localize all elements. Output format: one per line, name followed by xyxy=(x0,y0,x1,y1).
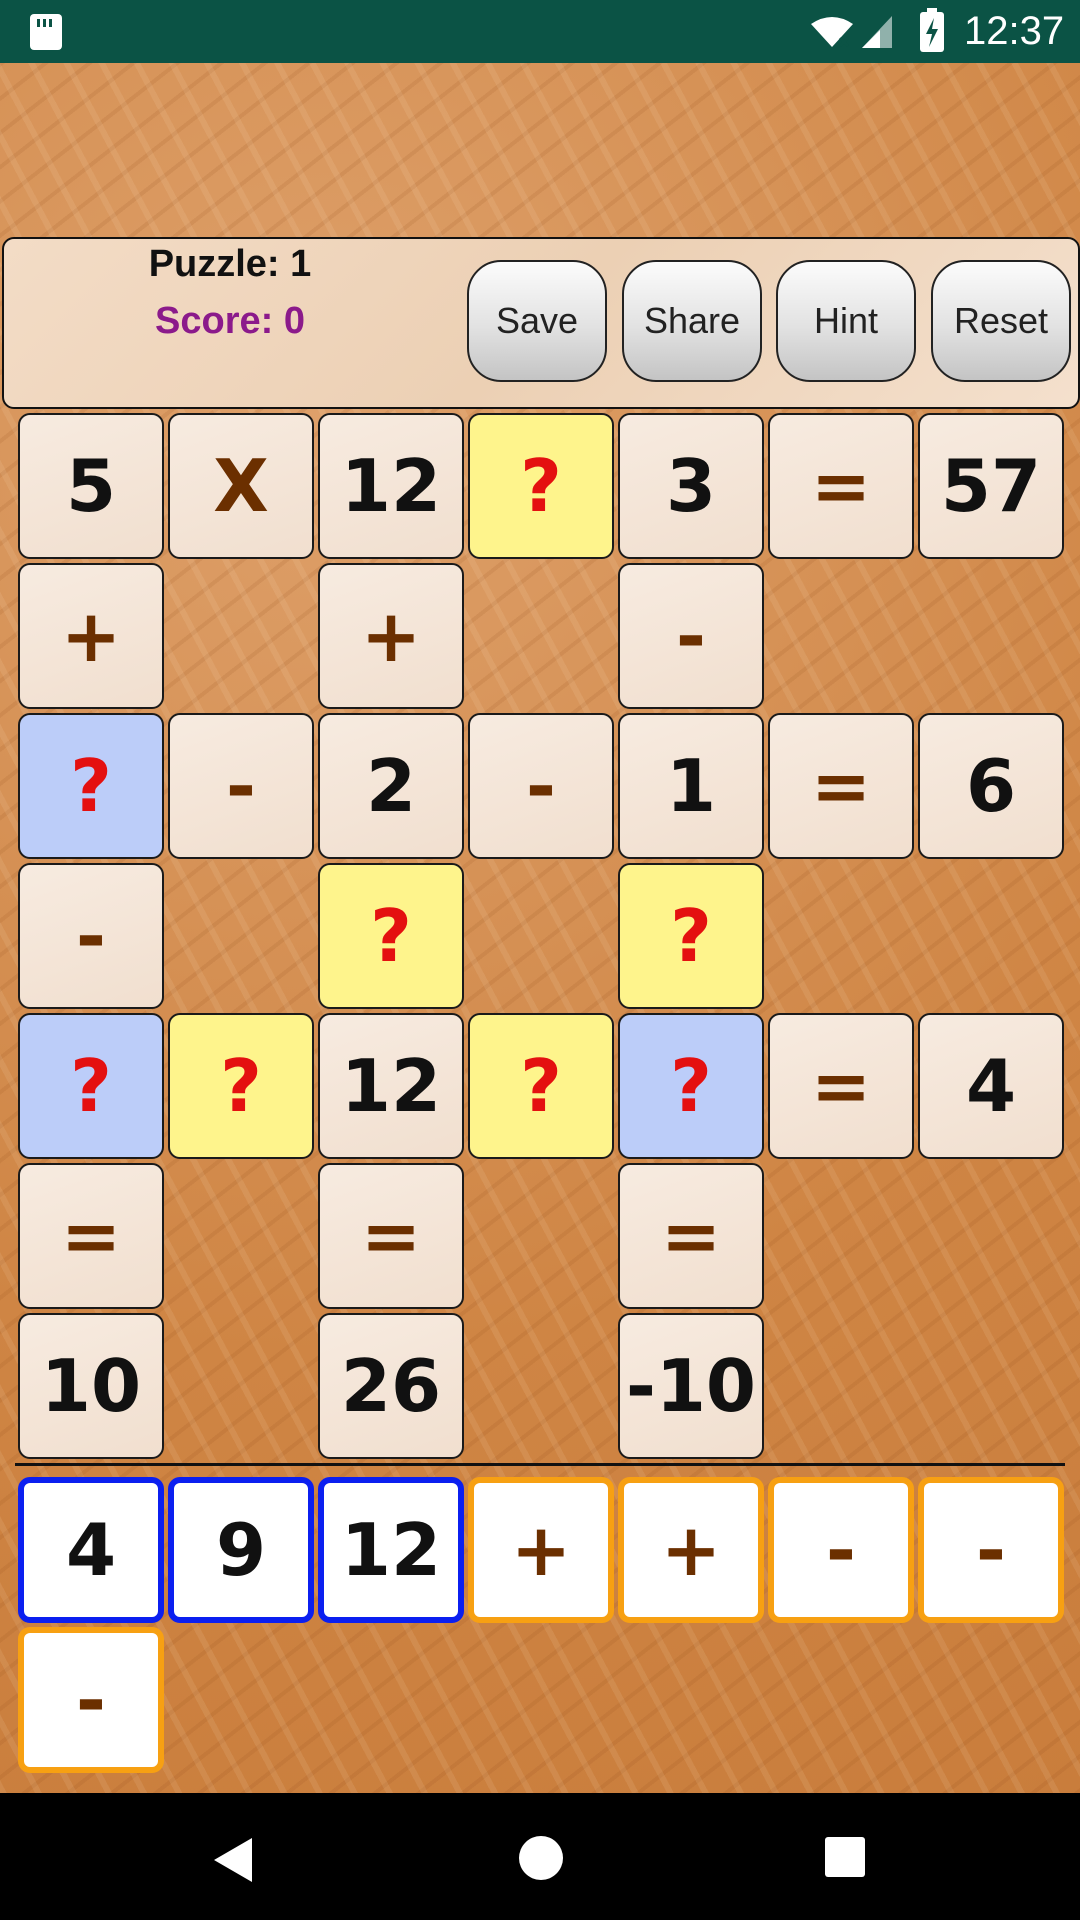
reset-button[interactable]: Reset xyxy=(931,260,1071,382)
grid-tile-r0-c1: X xyxy=(168,413,314,559)
grid-tile-r6-c2: 26 xyxy=(318,1313,464,1459)
operator-piece-6[interactable]: - xyxy=(918,1477,1064,1623)
hint-button[interactable]: Hint xyxy=(776,260,916,382)
grid-tile-r4-c2: 12 xyxy=(318,1013,464,1159)
grid-tile-r2-c1: - xyxy=(168,713,314,859)
grid-tile-r6-c0: 10 xyxy=(18,1313,164,1459)
grid-tile-r6-c4: -10 xyxy=(618,1313,764,1459)
empty-slot-r3-c4[interactable]: ? xyxy=(618,863,764,1009)
grid-tile-r2-c5: = xyxy=(768,713,914,859)
grid-tile-r4-c6: 4 xyxy=(918,1013,1064,1159)
grid-tile-r5-c4: = xyxy=(618,1163,764,1309)
empty-slot-r3-c2[interactable]: ? xyxy=(318,863,464,1009)
grid-tile-r0-c4: 3 xyxy=(618,413,764,559)
puzzle-number: Puzzle: 1 xyxy=(148,243,312,285)
save-button[interactable]: Save xyxy=(467,260,607,382)
number-piece-2[interactable]: 12 xyxy=(318,1477,464,1623)
empty-slot-r4-c0[interactable]: ? xyxy=(18,1013,164,1159)
number-piece-1[interactable]: 9 xyxy=(168,1477,314,1623)
grid-tile-r5-c0: = xyxy=(18,1163,164,1309)
grid-tile-r0-c0: 5 xyxy=(18,413,164,559)
grid-tile-r1-c4: - xyxy=(618,563,764,709)
operator-piece-7[interactable]: - xyxy=(18,1627,164,1773)
battery-icon xyxy=(920,8,944,52)
grid-tile-r2-c2: 2 xyxy=(318,713,464,859)
empty-slot-r2-c0[interactable]: ? xyxy=(18,713,164,859)
grid-tile-r2-c4: 1 xyxy=(618,713,764,859)
signal-icon xyxy=(862,16,892,48)
navigation-bar xyxy=(0,1793,1080,1920)
clock: 12:37 xyxy=(964,9,1065,53)
wifi-icon xyxy=(811,17,853,48)
operator-piece-5[interactable]: - xyxy=(768,1477,914,1623)
operator-piece-3[interactable]: + xyxy=(468,1477,614,1623)
grid-tile-r1-c2: + xyxy=(318,563,464,709)
grid-tile-r2-c3: - xyxy=(468,713,614,859)
grid-tile-r1-c0: + xyxy=(18,563,164,709)
empty-slot-r0-c3[interactable]: ? xyxy=(468,413,614,559)
operator-piece-4[interactable]: + xyxy=(618,1477,764,1623)
grid-tile-r2-c6: 6 xyxy=(918,713,1064,859)
divider xyxy=(15,1463,1065,1466)
score-label: Score: 0 xyxy=(155,300,305,342)
grid-tile-r0-c2: 12 xyxy=(318,413,464,559)
grid-tile-r5-c2: = xyxy=(318,1163,464,1309)
number-piece-0[interactable]: 4 xyxy=(18,1477,164,1623)
empty-slot-r4-c3[interactable]: ? xyxy=(468,1013,614,1159)
back-icon[interactable] xyxy=(214,1838,254,1882)
share-button[interactable]: Share xyxy=(622,260,762,382)
grid-tile-r4-c5: = xyxy=(768,1013,914,1159)
grid-tile-r0-c6: 57 xyxy=(918,413,1064,559)
empty-slot-r4-c4[interactable]: ? xyxy=(618,1013,764,1159)
recents-icon[interactable] xyxy=(825,1837,865,1877)
empty-slot-r4-c1[interactable]: ? xyxy=(168,1013,314,1159)
sd-card-icon xyxy=(30,14,62,50)
grid-tile-r0-c5: = xyxy=(768,413,914,559)
home-icon[interactable] xyxy=(519,1836,563,1880)
status-bar: 12:37 xyxy=(0,0,1080,63)
grid-tile-r3-c0: - xyxy=(18,863,164,1009)
